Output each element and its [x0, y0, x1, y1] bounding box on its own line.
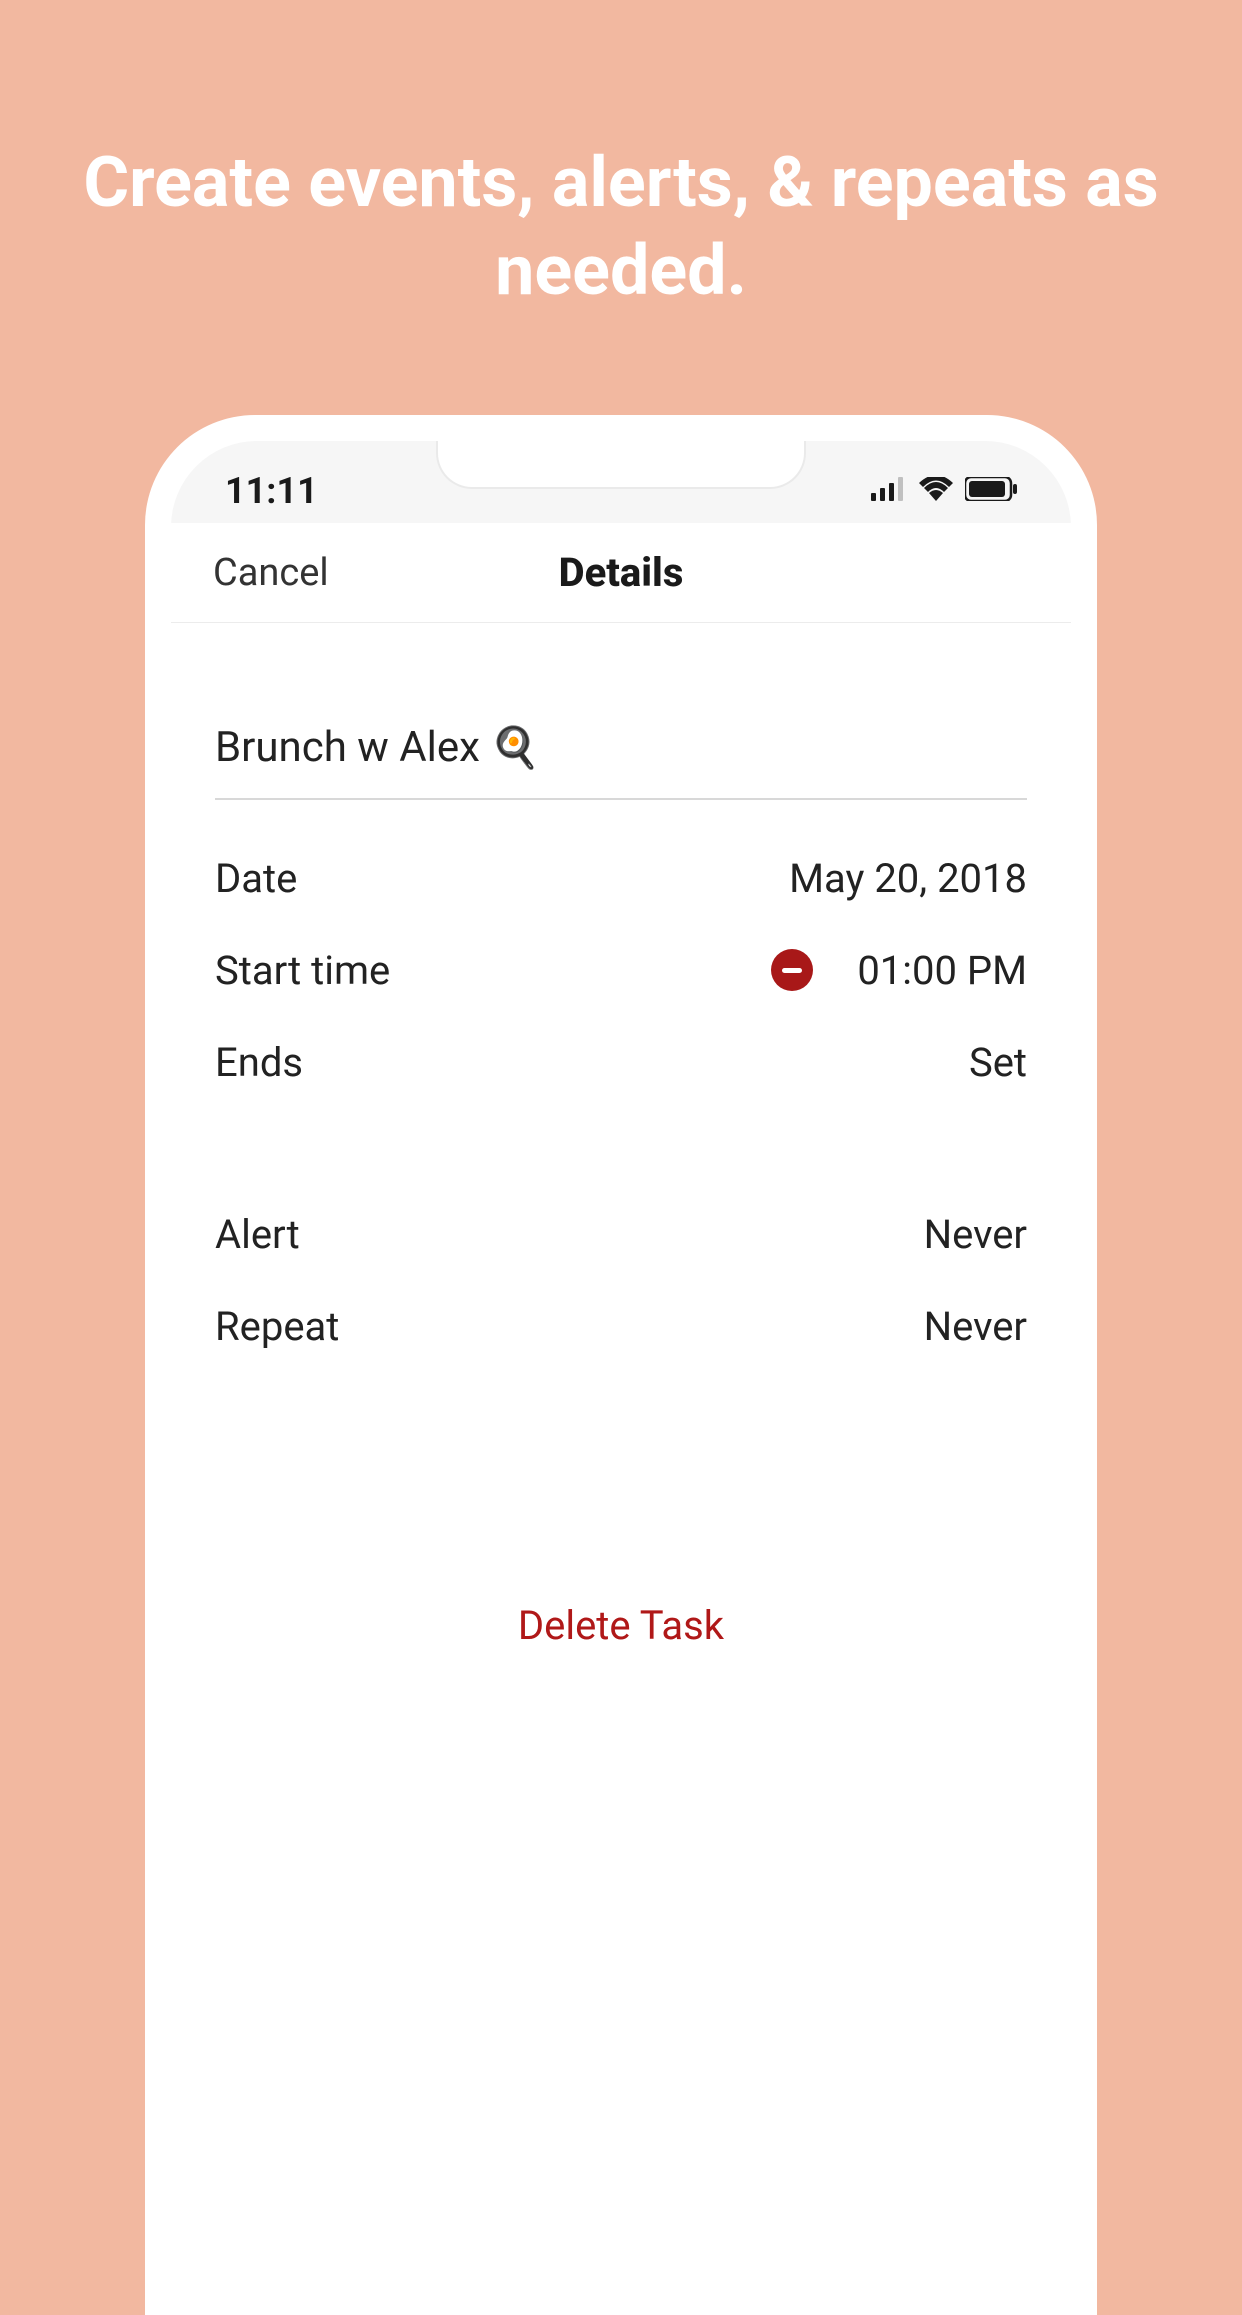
start-time-value: 01:00 PM: [857, 947, 1027, 994]
phone-frame: 11:11: [145, 415, 1097, 2315]
date-label: Date: [215, 855, 297, 902]
cellular-signal-icon: [871, 477, 907, 505]
status-indicators: [871, 477, 1017, 505]
repeat-label: Repeat: [215, 1303, 339, 1350]
alert-value: Never: [924, 1211, 1027, 1258]
date-value: May 20, 2018: [789, 855, 1027, 902]
remove-start-time-button[interactable]: [771, 949, 813, 991]
promo-headline: Create events, alerts, & repeats as need…: [0, 140, 1242, 315]
repeat-row[interactable]: Repeat Never: [215, 1280, 1027, 1372]
wifi-icon: [919, 477, 953, 505]
date-row[interactable]: Date May 20, 2018: [215, 832, 1027, 924]
status-time: 11:11: [225, 470, 318, 512]
task-title-text: Brunch w Alex: [215, 723, 480, 772]
phone-notch: [436, 441, 806, 489]
alert-row[interactable]: Alert Never: [215, 1188, 1027, 1280]
start-time-label: Start time: [215, 947, 390, 994]
content-area: Brunch w Alex 🍳 Date May 20, 2018 Start …: [171, 623, 1071, 1649]
ends-value: Set: [969, 1039, 1027, 1086]
frying-pan-icon: 🍳: [490, 724, 540, 771]
task-title-input[interactable]: Brunch w Alex 🍳: [215, 623, 1027, 800]
alert-label: Alert: [215, 1211, 300, 1258]
start-time-row[interactable]: Start time 01:00 PM: [215, 924, 1027, 1016]
battery-icon: [965, 477, 1017, 505]
repeat-value: Never: [924, 1303, 1027, 1350]
page-title: Details: [559, 549, 684, 596]
nav-bar: Cancel Details: [171, 523, 1071, 623]
ends-row[interactable]: Ends Set: [215, 1016, 1027, 1108]
section-divider: [215, 1108, 1027, 1188]
phone-screen: 11:11: [171, 441, 1071, 2289]
delete-task-button[interactable]: Delete Task: [215, 1602, 1027, 1649]
cancel-button[interactable]: Cancel: [213, 551, 329, 595]
ends-label: Ends: [215, 1039, 303, 1086]
